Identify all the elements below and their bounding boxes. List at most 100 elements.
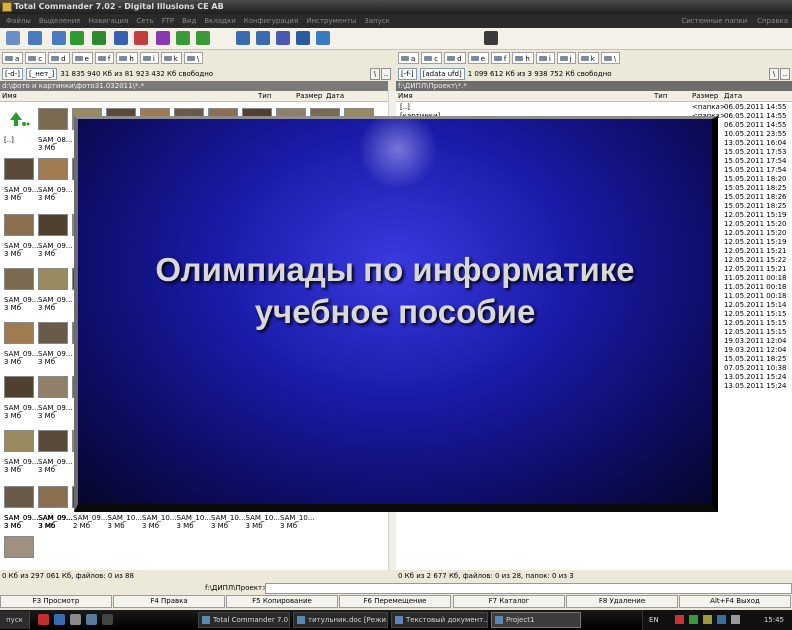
tray-network-icon[interactable]	[689, 615, 698, 624]
tray-volume-icon[interactable]	[703, 615, 712, 624]
view-icon[interactable]	[316, 31, 330, 45]
menu-right-item-1[interactable]: Справка	[757, 17, 788, 25]
menu-item-0[interactable]: Файлы	[6, 17, 31, 25]
save-icon[interactable]	[86, 614, 97, 625]
find-icon[interactable]	[176, 31, 190, 45]
thumbnail-image[interactable]	[38, 108, 68, 130]
brief-icon[interactable]	[134, 31, 148, 45]
left-label-combo[interactable]: [_нет_]	[25, 68, 58, 80]
left-drive-combo[interactable]: [-d-]	[2, 68, 23, 80]
left-drive-0[interactable]: a	[2, 52, 24, 64]
menu-item-6[interactable]: Вкладки	[204, 17, 235, 25]
fkey-button-3[interactable]: F6 Перемещение	[339, 595, 451, 608]
menu-item-7[interactable]: Конфигурация	[244, 17, 298, 25]
unpack-icon[interactable]	[92, 31, 106, 45]
file-name[interactable]: SAM_08...	[38, 136, 72, 144]
sync-icon[interactable]	[236, 31, 250, 45]
calc-icon[interactable]	[484, 31, 498, 45]
pack-icon[interactable]	[70, 31, 84, 45]
thumbnail-image[interactable]	[4, 536, 34, 558]
refresh-icon[interactable]	[6, 31, 20, 45]
fkey-button-2[interactable]: F5 Копирование	[226, 595, 338, 608]
right-drive-2[interactable]: d	[444, 52, 466, 64]
left-col-size[interactable]: Размер	[296, 91, 322, 102]
left-root-button[interactable]: \	[370, 68, 380, 80]
menu-right-item-0[interactable]: Системные папки	[681, 17, 747, 25]
fkey-button-6[interactable]: Alt+F4 Выход	[679, 595, 791, 608]
left-drive-5[interactable]: h	[116, 52, 138, 64]
right-col-type[interactable]: Тип	[654, 91, 667, 102]
left-drive-4[interactable]: f	[94, 52, 115, 64]
tree-icon[interactable]	[114, 31, 128, 45]
thumbnail-image[interactable]	[38, 158, 68, 180]
left-col-type[interactable]: Тип	[258, 91, 271, 102]
rename-icon[interactable]	[196, 31, 210, 45]
thumbnail-image[interactable]	[4, 268, 34, 290]
left-drive-6[interactable]: i	[139, 52, 159, 64]
fkey-button-5[interactable]: F8 Удаление	[566, 595, 678, 608]
taskbar-item[interactable]: Project1	[491, 612, 581, 628]
left-col-date[interactable]: Дата	[326, 91, 344, 102]
left-path-bar[interactable]: d:\фото и картинки\фото31.032011\*.*	[0, 81, 388, 91]
right-col-size[interactable]: Размер	[692, 91, 718, 102]
start-button[interactable]: пуск	[0, 611, 30, 629]
right-drive-7[interactable]: j	[556, 52, 576, 64]
right-drive-5[interactable]: h	[512, 52, 534, 64]
back-icon[interactable]	[28, 31, 42, 45]
file-row[interactable]: [..] <папка> 06.05.2011 14:55	[396, 103, 792, 111]
notepad-icon[interactable]	[276, 31, 290, 45]
thumbnail-image[interactable]	[38, 214, 68, 236]
tray-bluetooth-icon[interactable]	[717, 615, 726, 624]
left-drive-8[interactable]: \	[183, 52, 204, 64]
right-drive-6[interactable]: i	[535, 52, 555, 64]
menu-item-5[interactable]: Вид	[182, 17, 196, 25]
quick-launch-icon[interactable]	[102, 614, 113, 625]
left-col-name[interactable]: Имя	[2, 91, 17, 102]
right-drive-0[interactable]: a	[398, 52, 420, 64]
menu-item-2[interactable]: Навигация	[89, 17, 129, 25]
taskbar-item[interactable]: Total Commander 7.0...	[198, 612, 290, 628]
thumbnail-image[interactable]	[38, 430, 68, 452]
ftp-icon[interactable]	[256, 31, 270, 45]
fkey-button-1[interactable]: F4 Правка	[113, 595, 225, 608]
thumbnails-icon[interactable]	[156, 31, 170, 45]
right-up-button[interactable]: ..	[780, 68, 790, 80]
left-drive-7[interactable]: k	[160, 52, 182, 64]
explorer-icon[interactable]	[54, 614, 65, 625]
opera-icon[interactable]	[38, 614, 49, 625]
menu-item-3[interactable]: Сеть	[136, 17, 153, 25]
show-desktop-icon[interactable]	[70, 614, 81, 625]
right-drive-3[interactable]: e	[467, 52, 489, 64]
left-drive-2[interactable]: d	[48, 52, 70, 64]
thumbnail-image[interactable]	[4, 214, 34, 236]
right-drive-9[interactable]: \	[600, 52, 621, 64]
thumbnail-image[interactable]	[4, 158, 34, 180]
forward-icon[interactable]	[52, 31, 66, 45]
menu-item-9[interactable]: Запуск	[364, 17, 390, 25]
thumbnail-image[interactable]	[4, 322, 34, 344]
thumbnail-image[interactable]	[38, 322, 68, 344]
menu-item-8[interactable]: Инструменты	[306, 17, 356, 25]
right-label-combo[interactable]: [adata ufd]	[419, 68, 465, 80]
left-drive-1[interactable]: c	[25, 52, 47, 64]
thumbnail-image[interactable]	[38, 268, 68, 290]
right-drive-1[interactable]: c	[421, 52, 443, 64]
right-drive-combo[interactable]: [-f-]	[398, 68, 417, 80]
right-col-name[interactable]: Имя	[398, 91, 413, 102]
right-root-button[interactable]: \	[769, 68, 779, 80]
language-indicator[interactable]: EN	[649, 610, 659, 630]
thumbnail-image[interactable]	[38, 486, 68, 508]
right-drive-8[interactable]: k	[577, 52, 599, 64]
command-input[interactable]	[265, 583, 792, 594]
tray-misc-icon[interactable]	[731, 615, 740, 624]
right-col-date[interactable]: Дата	[724, 91, 742, 102]
fkey-button-4[interactable]: F7 Каталог	[453, 595, 565, 608]
fkey-button-0[interactable]: F3 Просмотр	[0, 595, 112, 608]
thumbnail-image[interactable]	[4, 430, 34, 452]
thumbnail-image[interactable]	[38, 376, 68, 398]
tray-app-icon[interactable]	[675, 615, 684, 624]
right-drive-4[interactable]: f	[490, 52, 511, 64]
left-drive-3[interactable]: e	[71, 52, 93, 64]
thumbnail-image[interactable]	[4, 376, 34, 398]
left-up-button[interactable]: ..	[381, 68, 391, 80]
